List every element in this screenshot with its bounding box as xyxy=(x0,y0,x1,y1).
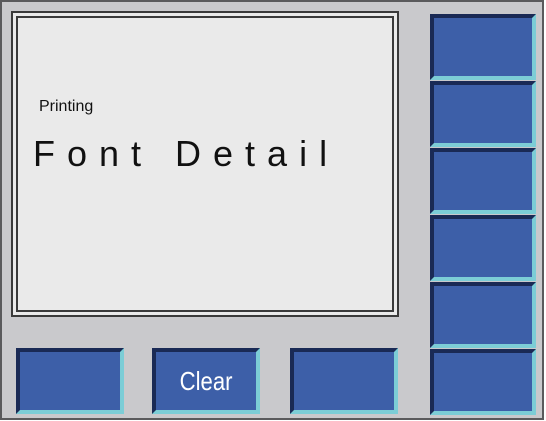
soft-key-side-6[interactable] xyxy=(430,349,536,415)
soft-key-side-2[interactable] xyxy=(430,81,536,147)
clear-button[interactable]: Clear xyxy=(152,348,260,414)
soft-key-side-1[interactable] xyxy=(430,14,536,80)
clear-button-label: Clear xyxy=(179,365,233,396)
display-line-2: Font Detail xyxy=(33,133,340,174)
display-line-1: Printing xyxy=(39,98,94,115)
soft-key-side-4[interactable] xyxy=(430,215,536,281)
soft-key-side-5[interactable] xyxy=(430,282,536,348)
device-panel: Printing Font Detail Clear xyxy=(0,0,544,420)
soft-key-bottom-1[interactable] xyxy=(16,348,124,414)
soft-key-bottom-3[interactable] xyxy=(290,348,398,414)
soft-key-side-3[interactable] xyxy=(430,148,536,214)
lcd-display: Printing Font Detail xyxy=(11,11,399,317)
